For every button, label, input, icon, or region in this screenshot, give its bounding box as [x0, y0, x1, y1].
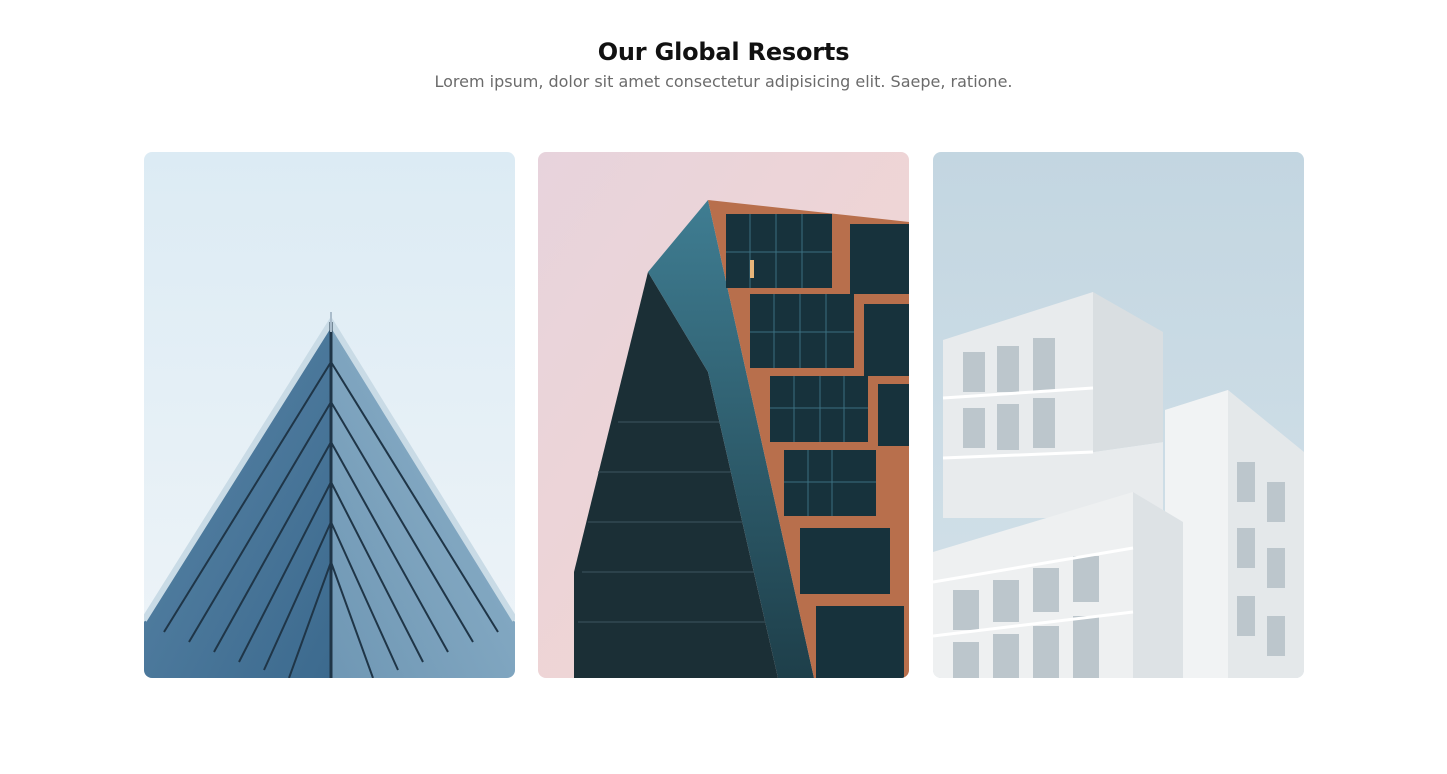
resort-card-3[interactable] — [933, 152, 1304, 678]
glass-pyramid-building-image — [144, 152, 515, 678]
resorts-section: Our Global Resorts Lorem ipsum, dolor si… — [0, 0, 1447, 774]
resort-card-2[interactable] — [538, 152, 909, 678]
section-title: Our Global Resorts — [597, 38, 850, 66]
white-stacked-building-image — [933, 152, 1304, 678]
copper-glass-tower-image — [538, 152, 909, 678]
section-subtitle: Lorem ipsum, dolor sit amet consectetur … — [434, 72, 1013, 91]
resort-card-1[interactable] — [144, 152, 515, 678]
